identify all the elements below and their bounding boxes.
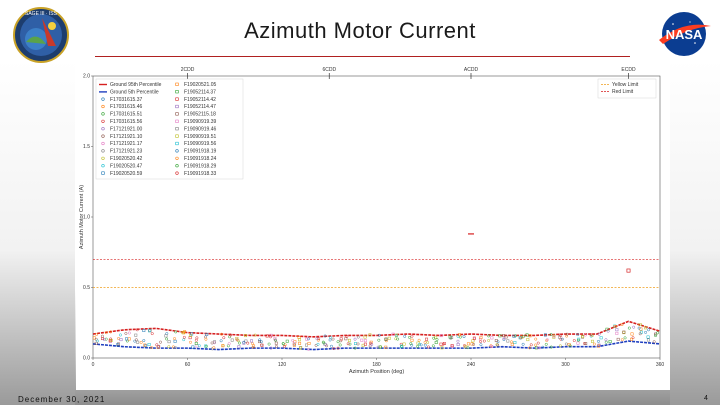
legend-label: F19052114.42 (184, 97, 216, 103)
azimuth-current-chart: 0.00.51.01.52.00 60 120 180 240 300 360Azimuth… (79, 67, 665, 375)
x-tick-label: 0 (92, 362, 95, 368)
x-tick-label: 60 (185, 362, 191, 368)
legend-label: F17121921.10 (110, 134, 142, 140)
sage-iii-iss-patch-icon: SAGE III · ISS (13, 7, 69, 63)
right-margin-panel (670, 60, 720, 405)
legend-label: F17031615.51 (110, 112, 142, 118)
left-margin-panel (0, 60, 75, 405)
top-marker-label: ACDD (464, 67, 479, 73)
y-tick-label: 0.5 (83, 285, 90, 291)
legend-label: F19020520.42 (110, 156, 142, 162)
legend-label: F17031615.56 (110, 119, 142, 125)
y-tick-label: 2.0 (83, 74, 90, 80)
top-marker-label: 6CDD (322, 67, 336, 73)
legend-label: F19091918.24 (184, 156, 216, 162)
top-marker-label: 2CDD (181, 67, 195, 73)
legend-label: F19052114.47 (184, 104, 216, 110)
y-tick-label: 0.0 (83, 356, 90, 362)
legend-label: F19090919.56 (184, 141, 216, 147)
x-tick-label: 240 (467, 362, 476, 368)
legend-label: F19052114.37 (184, 89, 216, 95)
legend-label: F17031615.46 (110, 104, 142, 110)
y-axis-label: Azimuth Motor Current (A) (79, 185, 85, 249)
x-tick-label: 120 (278, 362, 287, 368)
legend-label: F17031615.37 (110, 97, 142, 103)
legend-label: F19090919.51 (184, 134, 216, 140)
x-tick-label: 300 (561, 362, 570, 368)
legend-label: F19052115.18 (184, 112, 216, 118)
y-tick-label: 1.5 (83, 144, 90, 150)
page-number: 4 (704, 395, 708, 402)
legend-label: F19090919.39 (184, 119, 216, 125)
legend-label: F17121921.17 (110, 141, 142, 147)
legend-label: F19090919.46 (184, 126, 216, 132)
legend-label: Yellow Limit (612, 82, 639, 88)
footer-date: December 30, 2021 (18, 395, 106, 404)
legend-label: F19020520.47 (110, 163, 142, 169)
legend-label: Red Limit (612, 89, 634, 95)
nasa-logo-text: NASA (666, 27, 703, 42)
legend-label: F19020521.05 (184, 82, 216, 88)
legend-label: F19091918.19 (184, 149, 216, 155)
legend-label: F17121921.23 (110, 149, 142, 155)
x-tick-label: 360 (656, 362, 665, 368)
legend-label: F19091918.33 (184, 171, 216, 177)
legend-label: Ground 95th Percentile (110, 82, 162, 88)
chart-container: 0.0 0.5 1.0 1.5 2.0 0 60 120 180 240 300 360 Azimuth… (76, 60, 670, 390)
x-tick-label: 180 (372, 362, 381, 368)
legend-label: Ground 5th Percentile (110, 89, 159, 95)
legend-label: F17121921.00 (110, 126, 142, 132)
top-marker-label: ECDD (621, 67, 636, 73)
x-axis-label: Azimuth Position (deg) (349, 369, 404, 375)
sage-logo-text: SAGE III · ISS (25, 11, 58, 17)
legend-label: F19020520.59 (110, 171, 142, 177)
nasa-meatball-icon: NASA (659, 12, 711, 56)
title-underline (95, 56, 630, 57)
slide-title: Azimuth Motor Current (244, 18, 476, 43)
legend-label: F19091918.29 (184, 163, 216, 169)
